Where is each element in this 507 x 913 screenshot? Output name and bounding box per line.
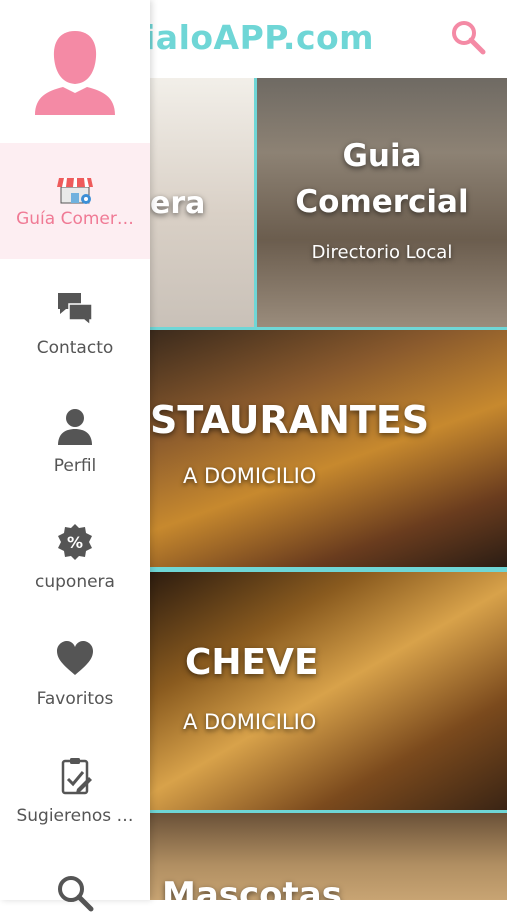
tile-cheve[interactable]: CHEVE A DOMICILIO bbox=[150, 572, 507, 810]
percent-badge-icon: % bbox=[58, 524, 92, 560]
drawer-item-label: Perfil bbox=[53, 456, 97, 476]
tile-guia-title-line2: Comercial bbox=[295, 184, 469, 220]
tile-guia-subtitle: Directorio Local bbox=[311, 242, 453, 263]
tile-restaurantes-title: STAURANTES bbox=[150, 398, 430, 442]
drawer-item-perfil[interactable]: Perfil bbox=[0, 378, 150, 494]
drawer-item-contacto[interactable]: Contacto bbox=[0, 260, 150, 376]
drawer-item-buscar[interactable] bbox=[0, 845, 150, 912]
tile-mascotas[interactable]: Mascotas bbox=[150, 813, 507, 900]
drawer-item-cuponera[interactable]: % cuponera bbox=[0, 494, 150, 610]
search-button[interactable] bbox=[448, 18, 488, 58]
svg-text:%: % bbox=[67, 533, 83, 552]
tile-restaurantes[interactable]: STAURANTES A DOMICILIO bbox=[150, 330, 507, 567]
navigation-drawer: Guía Comer… Contacto Perfil % cuponera F… bbox=[0, 0, 150, 912]
drawer-item-label: Sugierenos … bbox=[16, 806, 134, 826]
tile-cuponera[interactable]: era bbox=[150, 78, 254, 327]
tile-guia-comercial[interactable]: Guia Comercial Directorio Local bbox=[257, 78, 507, 327]
tile-cheve-subtitle: A DOMICILIO bbox=[183, 710, 317, 734]
drawer-item-favoritos[interactable]: Favoritos bbox=[0, 611, 150, 727]
tile-cheve-title: CHEVE bbox=[185, 642, 319, 683]
drawer-item-sugierenos[interactable]: Sugierenos … bbox=[0, 728, 150, 844]
clipboard-check-icon bbox=[61, 758, 92, 795]
tile-guia-title-line1: Guia bbox=[342, 138, 422, 174]
brand-title: uialoAPP.com bbox=[120, 18, 375, 57]
tile-mascotas-title: Mascotas bbox=[162, 875, 342, 900]
drawer-item-label: cuponera bbox=[35, 572, 115, 592]
drawer-item-label: Favoritos bbox=[36, 689, 114, 709]
drawer-item-guia-comercial[interactable]: Guía Comer… bbox=[0, 143, 150, 259]
profile-avatar[interactable] bbox=[33, 27, 117, 115]
search-icon bbox=[452, 21, 486, 55]
tile-restaurantes-subtitle: A DOMICILIO bbox=[183, 464, 317, 488]
avatar-icon bbox=[35, 31, 115, 115]
heart-icon bbox=[57, 641, 93, 675]
user-icon bbox=[58, 409, 92, 445]
drawer-item-label: Guía Comer… bbox=[16, 209, 134, 229]
drawer-item-label: Contacto bbox=[36, 338, 114, 358]
search-icon bbox=[58, 876, 94, 912]
chat-icon bbox=[58, 293, 93, 327]
shop-icon bbox=[57, 178, 93, 204]
tile-cuponera-title: era bbox=[150, 186, 206, 221]
